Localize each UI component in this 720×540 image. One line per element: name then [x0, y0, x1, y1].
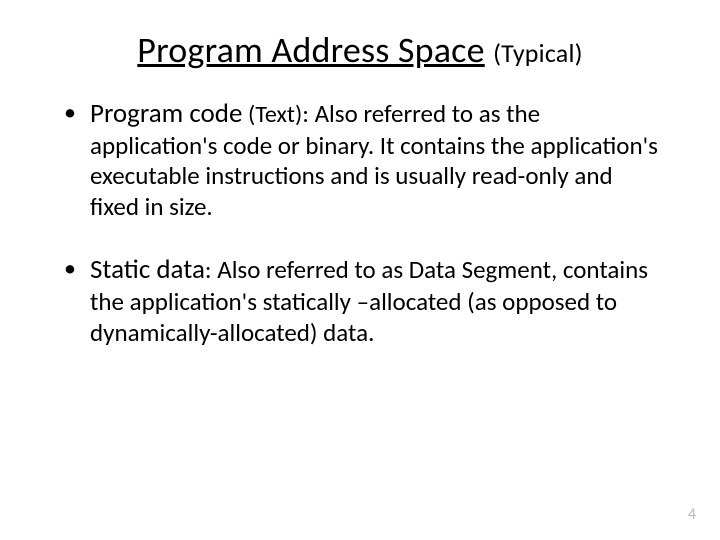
title-sub: (Typical) [493, 37, 583, 69]
bullet-lead: Static data [90, 253, 205, 286]
slide: Program Address Space (Typical) Program … [0, 0, 720, 540]
bullet-lead: Program code [90, 97, 242, 130]
bullet-item: Static data: Also referred to as Data Se… [58, 254, 666, 348]
bullet-item: Program code (Text): Also referred to as… [58, 98, 666, 222]
slide-title: Program Address Space (Typical) [54, 28, 666, 72]
bullet-list: Program code (Text): Also referred to as… [58, 98, 666, 348]
title-main: Program Address Space [137, 28, 484, 72]
bullet-tag: (Text) [248, 100, 302, 129]
page-number: 4 [688, 505, 696, 524]
